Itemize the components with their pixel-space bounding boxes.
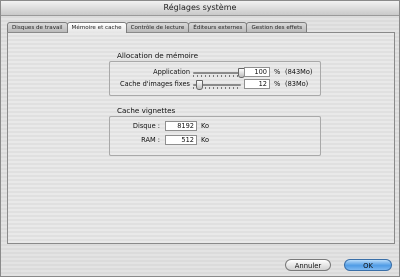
window-title: Réglages système (1, 1, 399, 16)
still-cache-label: Cache d'images fixes (119, 80, 190, 88)
application-label: Application (153, 68, 190, 76)
tab-memory-cache[interactable]: Mémoire et cache (66, 22, 127, 33)
application-slider[interactable] (193, 68, 245, 78)
cancel-button[interactable]: Annuler (285, 259, 331, 271)
disk-unit: Ko (201, 122, 210, 130)
application-unit: % (274, 68, 281, 76)
disk-label: Disque : (132, 122, 160, 130)
application-percent-field[interactable]: 100 (244, 67, 270, 77)
system-settings-window: Réglages système Disques de travail Mémo… (0, 0, 400, 277)
still-cache-unit: % (274, 80, 281, 88)
ram-unit: Ko (201, 136, 210, 144)
still-cache-size: (83Mo) (285, 80, 309, 88)
ram-label: RAM : (141, 136, 160, 144)
slider-ticks (193, 75, 241, 77)
ram-cache-field[interactable]: 512 (165, 135, 197, 145)
application-size: (843Mo) (285, 68, 313, 76)
disk-cache-field[interactable]: 8192 (165, 121, 197, 131)
memory-allocation-title: Allocation de mémoire (117, 51, 199, 60)
still-cache-slider[interactable] (193, 80, 241, 90)
still-cache-percent-field[interactable]: 12 (244, 79, 270, 89)
tab-panel: Allocation de mémoire Application 100 % … (7, 32, 395, 244)
thumbnail-cache-title: Cache vignettes (117, 106, 176, 115)
slider-track (193, 72, 241, 74)
ok-button[interactable]: OK (344, 259, 392, 271)
memory-allocation-group (109, 61, 321, 96)
slider-knob[interactable] (195, 80, 203, 90)
